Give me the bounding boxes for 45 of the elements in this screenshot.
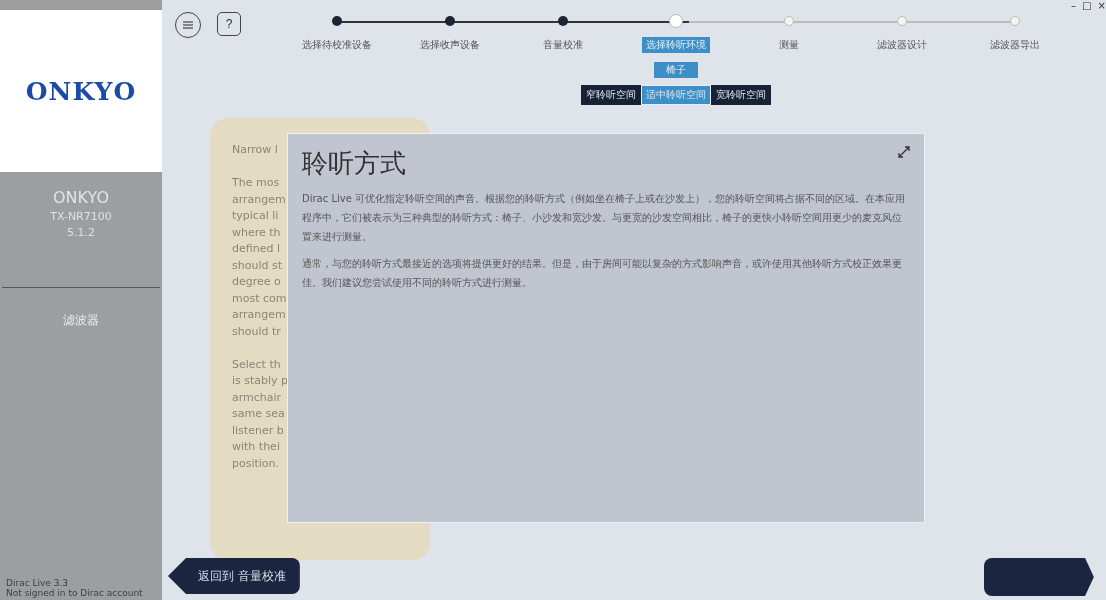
info-text: arrangem xyxy=(232,191,286,208)
info-text: most com xyxy=(232,290,287,307)
window-control[interactable]: □ xyxy=(1082,0,1092,11)
list-icon xyxy=(183,21,193,29)
listening-option[interactable]: 宽聆听空间 xyxy=(711,85,771,105)
step-label[interactable]: 测量 xyxy=(774,37,803,53)
step-label[interactable]: 选择收声设备 xyxy=(416,37,485,53)
info-text: Narrow l xyxy=(232,142,278,158)
info-text: Select th xyxy=(232,356,281,373)
step-sublabel: 椅子 xyxy=(654,62,698,78)
info-text: where th xyxy=(232,224,281,241)
info-text: is stably p xyxy=(232,373,289,389)
step-label[interactable]: 滤波器设计 xyxy=(872,37,931,53)
brand-logo: ONKYO xyxy=(25,76,137,106)
info-text: arrangem xyxy=(232,307,286,323)
info-text: typical li xyxy=(232,208,279,224)
info-text: The mos xyxy=(232,175,280,191)
dialog-paragraph: Dirac Live 可优化指定聆听空间的声音。根据您的聆听方式（例如坐在椅子上或在沙发上），您的聆听空间将占据不同的区域。在本应用程序中，它们被表示为三种典型的聆听方式：椅子、小沙发和宽沙发。与更宽的沙发空间相比，椅子的更快小聆听空间用更少的麦克风位置来进行测量。 xyxy=(302,192,906,244)
window-control[interactable]: × xyxy=(1097,0,1106,11)
step-label[interactable]: 滤波器导出 xyxy=(985,37,1044,53)
info-text: should tr xyxy=(232,323,281,340)
step-label[interactable]: 音量校准 xyxy=(539,37,588,53)
info-text: listener b xyxy=(232,422,284,439)
info-text: armchair xyxy=(232,389,282,406)
footer-text: Not signed in to Dirac account xyxy=(6,588,143,598)
info-text: same sea xyxy=(232,406,285,422)
info-text: should st xyxy=(232,257,282,274)
dialog-paragraph: 通常，与您的聆听方式最接近的选项将提供更好的结果。但是，由于房间可能以复杂的方式影响声音，或许使用其他聆听方式校正效果更佳。我们建议您尝试使用不同的聆听方式进行测量。 xyxy=(302,257,903,290)
info-text: defined l xyxy=(232,241,280,257)
info-text: with thei xyxy=(232,439,280,455)
info-text: position. xyxy=(232,455,280,472)
back-button[interactable]: 返回到 音量校准 xyxy=(168,558,300,594)
info-text: degree o xyxy=(232,274,281,290)
help-button[interactable]: ? xyxy=(217,12,241,36)
speaker-config: 5.1.2 xyxy=(67,226,95,239)
step-label[interactable]: 选择待校准设备 xyxy=(298,37,377,53)
next-button[interactable] xyxy=(983,558,1094,596)
step-label[interactable]: 选择聆听环境 xyxy=(642,37,710,53)
dialog-title: 聆听方式 xyxy=(302,147,406,180)
device-brand: ONKYO xyxy=(53,188,109,207)
window-control[interactable]: – xyxy=(1071,0,1076,11)
device-model: TX-NR7100 xyxy=(50,210,112,223)
collapse-icon[interactable] xyxy=(898,146,910,158)
footer-text: Dirac Live 3.3 xyxy=(6,578,69,588)
listening-option[interactable]: 窄聆听空间 xyxy=(581,85,641,105)
